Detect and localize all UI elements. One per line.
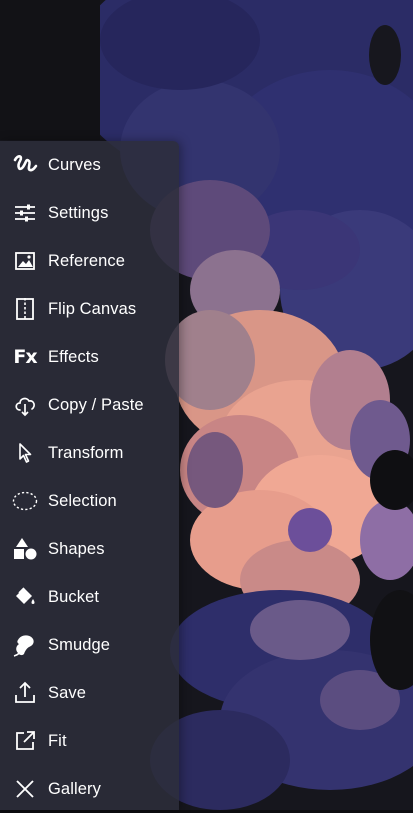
menu-label: Settings [48, 203, 109, 222]
menu-label: Bucket [48, 587, 100, 606]
menu-label: Effects [48, 347, 99, 366]
shapes-icon [10, 534, 40, 564]
menu-label: Gallery [48, 779, 101, 798]
smudge-icon [10, 630, 40, 660]
menu-label: Smudge [48, 635, 111, 654]
side-menu: Curves Settings Reference Flip Canvas Fx… [0, 141, 179, 810]
menu-item-reference[interactable]: Reference [0, 237, 179, 285]
menu-item-save[interactable]: Save [0, 669, 179, 717]
menu-item-transform[interactable]: Transform [0, 429, 179, 477]
menu-item-settings[interactable]: Settings [0, 189, 179, 237]
menu-item-fit[interactable]: Fit [0, 717, 179, 765]
menu-label: Selection [48, 491, 117, 510]
close-icon [10, 774, 40, 804]
image-icon [10, 246, 40, 276]
menu-item-smudge[interactable]: Smudge [0, 621, 179, 669]
menu-item-curves[interactable]: Curves [0, 141, 179, 189]
menu-item-gallery[interactable]: Gallery [0, 765, 179, 813]
menu-label: Copy / Paste [48, 395, 144, 414]
dashed-ellipse-icon [10, 486, 40, 516]
sliders-icon [10, 198, 40, 228]
menu-label: Fit [48, 731, 67, 750]
curves-icon [10, 150, 40, 180]
pointer-arrow-icon [10, 438, 40, 468]
menu-label: Shapes [48, 539, 105, 558]
menu-item-shapes[interactable]: Shapes [0, 525, 179, 573]
cloud-download-icon [10, 390, 40, 420]
fx-icon-text: Fx [13, 346, 37, 368]
menu-label: Flip Canvas [48, 299, 137, 318]
menu-label: Save [48, 683, 87, 702]
menu-label: Curves [48, 155, 101, 174]
fx-icon: Fx [10, 342, 40, 372]
menu-label: Transform [48, 443, 124, 462]
flip-canvas-icon [10, 294, 40, 324]
menu-item-copy-paste[interactable]: Copy / Paste [0, 381, 179, 429]
menu-item-effects[interactable]: Fx Effects [0, 333, 179, 381]
paint-bucket-icon [10, 582, 40, 612]
menu-item-bucket[interactable]: Bucket [0, 573, 179, 621]
menu-label: Reference [48, 251, 126, 270]
upload-icon [10, 678, 40, 708]
menu-item-selection[interactable]: Selection [0, 477, 179, 525]
menu-item-flip-canvas[interactable]: Flip Canvas [0, 285, 179, 333]
external-link-icon [10, 726, 40, 756]
